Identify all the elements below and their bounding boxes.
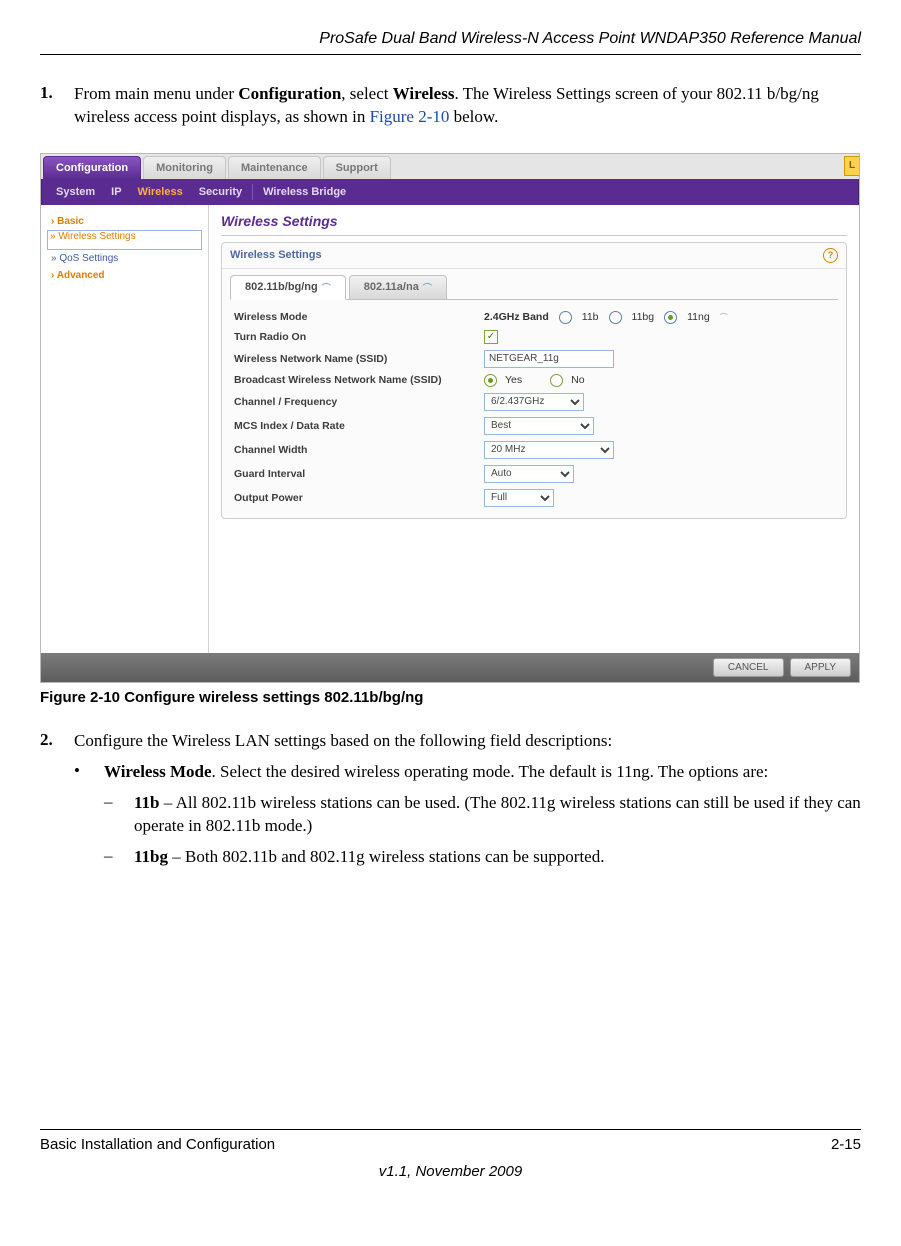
help-icon[interactable]: ? — [823, 248, 838, 263]
radio-label: 11bg — [632, 311, 655, 323]
tab-ip[interactable]: IP — [105, 184, 127, 200]
sidebar-item-advanced[interactable]: › Advanced — [47, 267, 202, 284]
step-number: 1. — [40, 83, 74, 129]
bold: Wireless Mode — [104, 762, 212, 781]
bold: 11b — [134, 793, 160, 812]
tab-configuration[interactable]: Configuration — [43, 156, 141, 179]
sidebar: › Basic » Wireless Settings » QoS Settin… — [41, 205, 209, 653]
label: Advanced — [57, 270, 105, 281]
bullet-wireless-mode: • Wireless Mode. Select the desired wire… — [74, 761, 861, 784]
label-channel: Channel / Frequency — [234, 396, 484, 408]
dash-11bg: – 11bg – Both 802.11b and 802.11g wirele… — [104, 846, 861, 869]
label: Basic — [57, 216, 84, 227]
dash-text: 11bg – Both 802.11b and 802.11g wireless… — [134, 846, 861, 869]
screenshot-figure: Configuration Monitoring Maintenance Sup… — [40, 153, 860, 683]
wifi-icon: ⌒ — [423, 281, 432, 294]
radio-11ng[interactable] — [664, 311, 677, 324]
select-channel-width[interactable]: 20 MHz — [484, 441, 614, 459]
footer-version: v1.1, November 2009 — [40, 1163, 861, 1180]
radio-11bg[interactable] — [609, 311, 622, 324]
sidebar-item-basic[interactable]: › Basic — [47, 213, 202, 230]
label-broadcast-ssid: Broadcast Wireless Network Name (SSID) — [234, 374, 484, 386]
running-header: ProSafe Dual Band Wireless-N Access Poin… — [40, 30, 861, 55]
text: , select — [341, 84, 392, 103]
tab-wireless-bridge[interactable]: Wireless Bridge — [252, 184, 352, 200]
apply-button[interactable]: APPLY — [790, 658, 852, 677]
tab-maintenance[interactable]: Maintenance — [228, 156, 321, 179]
band-label: 2.4GHz Band — [484, 311, 549, 323]
label-turn-radio-on: Turn Radio On — [234, 331, 484, 343]
label-wireless-mode: Wireless Mode — [234, 311, 484, 323]
radio-broadcast-no[interactable] — [550, 374, 563, 387]
step-text: From main menu under Configuration, sele… — [74, 83, 861, 129]
radio-label: 11b — [582, 311, 599, 323]
step-number: 2. — [40, 730, 74, 753]
select-guard-interval[interactable]: Auto — [484, 465, 574, 483]
dash-mark: – — [104, 846, 134, 869]
tab-system[interactable]: System — [50, 184, 101, 200]
wireless-settings-panel: Wireless Settings ? 802.11b/bg/ng ⌒ 802.1… — [221, 242, 847, 519]
radio-label: 11ng — [687, 311, 710, 323]
tab-monitoring[interactable]: Monitoring — [143, 156, 226, 179]
dash-mark: – — [104, 792, 134, 838]
step-text: Configure the Wireless LAN settings base… — [74, 730, 861, 753]
select-mcs[interactable]: Best — [484, 417, 594, 435]
logout-badge-icon[interactable]: L — [844, 156, 859, 176]
label: 802.11b/bg/ng — [245, 281, 318, 293]
label-ssid: Wireless Network Name (SSID) — [234, 353, 484, 365]
label: 802.11a/na — [364, 281, 419, 293]
bold: Configuration — [238, 84, 341, 103]
footer-page-number: 2-15 — [831, 1136, 861, 1153]
radio-label: Yes — [505, 374, 522, 386]
sidebar-item-wireless-settings[interactable]: » Wireless Settings — [47, 230, 202, 250]
dash-text: 11b – All 802.11b wireless stations can … — [134, 792, 861, 838]
wifi-icon: ⌒ — [720, 312, 728, 323]
page-footer: Basic Installation and Configuration 2-1… — [40, 1129, 861, 1180]
select-channel[interactable]: 6/2.437GHz — [484, 393, 584, 411]
action-bar: CANCEL APPLY — [41, 653, 859, 682]
input-ssid[interactable] — [484, 350, 614, 368]
text: – Both 802.11b and 802.11g wireless stat… — [168, 847, 604, 866]
text: From main menu under — [74, 84, 238, 103]
label-mcs: MCS Index / Data Rate — [234, 420, 484, 432]
band-tab-bgng[interactable]: 802.11b/bg/ng ⌒ — [230, 275, 346, 300]
bullet-text: Wireless Mode. Select the desired wirele… — [104, 761, 861, 784]
select-output-power[interactable]: Full — [484, 489, 554, 507]
bold: 11bg — [134, 847, 168, 866]
dash-11b: – 11b – All 802.11b wireless stations ca… — [104, 792, 861, 838]
label-output-power: Output Power — [234, 492, 484, 504]
tab-security[interactable]: Security — [193, 184, 248, 200]
tab-wireless[interactable]: Wireless — [132, 184, 189, 200]
panel-title: Wireless Settings — [221, 213, 847, 236]
label-guard-interval: Guard Interval — [234, 468, 484, 480]
step-2: 2. Configure the Wireless LAN settings b… — [40, 730, 861, 753]
wifi-icon: ⌒ — [322, 281, 331, 294]
bold: Wireless — [393, 84, 455, 103]
band-tab-ana[interactable]: 802.11a/na ⌒ — [349, 275, 447, 299]
main-panel: Wireless Settings Wireless Settings ? 80… — [209, 205, 859, 653]
primary-tabs: Configuration Monitoring Maintenance Sup… — [41, 154, 859, 179]
text: – All 802.11b wireless stations can be u… — [134, 793, 861, 835]
step-1: 1. From main menu under Configuration, s… — [40, 83, 861, 129]
figure-caption: Figure 2-10 Configure wireless settings … — [40, 689, 861, 706]
radio-label: No — [571, 374, 584, 386]
cancel-button[interactable]: CANCEL — [713, 658, 784, 677]
text: below. — [449, 107, 498, 126]
figure-reference-link[interactable]: Figure 2-10 — [370, 107, 450, 126]
panel-subtitle: Wireless Settings — [230, 249, 322, 261]
text: . Select the desired wireless operating … — [212, 762, 769, 781]
radio-11b[interactable] — [559, 311, 572, 324]
sidebar-item-qos-settings[interactable]: » QoS Settings — [47, 250, 202, 267]
tab-support[interactable]: Support — [323, 156, 391, 179]
checkbox-turn-radio-on[interactable]: ✓ — [484, 330, 498, 344]
bullet-mark: • — [74, 761, 104, 784]
label-channel-width: Channel Width — [234, 444, 484, 456]
form-area: Wireless Mode 2.4GHz Band 11b 11bg 11ng ⌒… — [230, 299, 838, 518]
footer-section-title: Basic Installation and Configuration — [40, 1136, 275, 1153]
radio-broadcast-yes[interactable] — [484, 374, 497, 387]
secondary-tabs: System IP Wireless Security Wireless Bri… — [41, 179, 859, 205]
